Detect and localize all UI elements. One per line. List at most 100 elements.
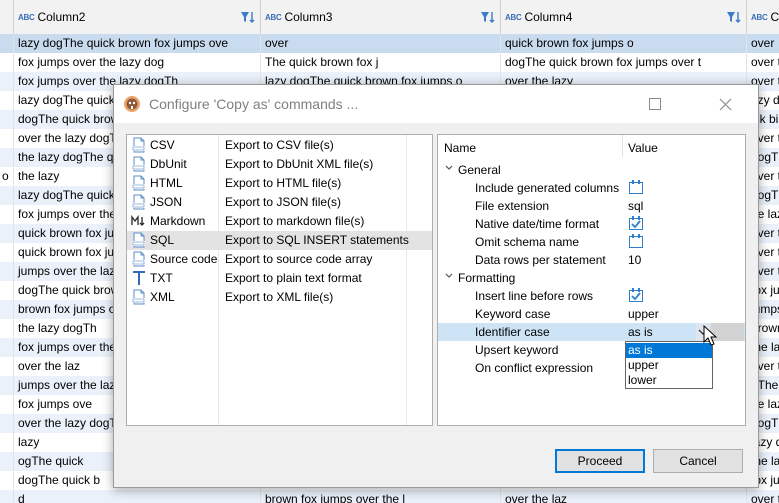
table-cell[interactable]: over bbox=[261, 34, 501, 53]
close-button[interactable] bbox=[705, 89, 745, 119]
dropdown-option-as-is[interactable]: as is bbox=[626, 343, 712, 358]
dropdown-option-lower[interactable]: lower bbox=[626, 373, 712, 388]
table-cell[interactable] bbox=[0, 338, 14, 357]
table-cell[interactable] bbox=[0, 471, 14, 490]
table-cell[interactable] bbox=[0, 53, 14, 72]
identifier-case-combo[interactable]: as is bbox=[628, 325, 653, 339]
column-header-label: Column4 bbox=[524, 10, 573, 24]
maximize-button[interactable] bbox=[635, 89, 675, 119]
table-cell[interactable] bbox=[0, 34, 14, 53]
table-cell[interactable] bbox=[0, 243, 14, 262]
checkbox-checked-icon[interactable] bbox=[628, 287, 644, 303]
table-cell[interactable] bbox=[0, 319, 14, 338]
table-cell[interactable] bbox=[0, 148, 14, 167]
table-cell[interactable] bbox=[0, 129, 14, 148]
format-item-html[interactable]: HTML Export to HTML file(s) bbox=[127, 174, 432, 193]
table-row[interactable]: fox jumps over the lazy dog The quick bro… bbox=[0, 53, 779, 72]
property-value[interactable]: sql bbox=[628, 199, 643, 213]
property-identifier-case[interactable]: Identifier case as is bbox=[438, 323, 745, 341]
filter-sort-icon[interactable] bbox=[240, 10, 256, 24]
string-type-icon: ABC bbox=[265, 12, 282, 22]
format-list[interactable]: CSV Export to CSV file(s) DbUnit Export to … bbox=[126, 134, 433, 426]
table-cell[interactable]: lazy dogThe quick brown fox jumps ove bbox=[14, 34, 261, 53]
table-cell[interactable] bbox=[0, 281, 14, 300]
checkbox-unchecked-icon[interactable] bbox=[628, 233, 644, 249]
format-item-xml[interactable]: XML Export to XML file(s) bbox=[127, 288, 432, 307]
table-cell[interactable] bbox=[0, 452, 14, 471]
format-item-json[interactable]: JSON Export to JSON file(s) bbox=[127, 193, 432, 212]
format-description: Export to DbUnit XML file(s) bbox=[225, 157, 374, 171]
table-cell[interactable] bbox=[0, 186, 14, 205]
format-item-sql[interactable]: SQL Export to SQL INSERT statements bbox=[127, 231, 432, 250]
table-cell[interactable]: The quick brown fox j bbox=[261, 53, 501, 72]
property-insert-line-before-rows[interactable]: Insert line before rows bbox=[438, 287, 745, 305]
table-cell[interactable]: over t bbox=[747, 490, 779, 503]
table-cell[interactable] bbox=[0, 433, 14, 452]
property-native-date-time-format[interactable]: Native date/time format bbox=[438, 215, 745, 233]
column-header-5[interactable]: ABC C bbox=[747, 0, 779, 34]
table-cell[interactable]: d bbox=[14, 490, 261, 503]
property-include-generated-columns[interactable]: Include generated columns bbox=[438, 179, 745, 197]
column-header-label: Column2 bbox=[37, 10, 86, 24]
chevron-down-icon[interactable] bbox=[444, 271, 454, 281]
table-cell[interactable] bbox=[0, 205, 14, 224]
cancel-button[interactable]: Cancel bbox=[653, 449, 743, 473]
format-item-source-code[interactable]: Source code Export to source code array bbox=[127, 250, 432, 269]
property-omit-schema-name[interactable]: Omit schema name bbox=[438, 233, 745, 251]
table-cell[interactable]: brown fox jumps over the l bbox=[261, 490, 501, 503]
table-cell[interactable] bbox=[0, 376, 14, 395]
table-cell[interactable]: over t bbox=[747, 53, 779, 72]
table-cell[interactable] bbox=[0, 395, 14, 414]
table-cell[interactable]: quick brown fox jumps o bbox=[501, 34, 747, 53]
format-item-dbunit[interactable]: DbUnit Export to DbUnit XML file(s) bbox=[127, 155, 432, 174]
chevron-down-icon[interactable] bbox=[444, 163, 454, 173]
column-header-3[interactable]: ABC Column3 bbox=[261, 0, 501, 34]
table-cell[interactable]: dogThe quick brown fox jumps over t bbox=[501, 53, 747, 72]
table-cell[interactable] bbox=[0, 262, 14, 281]
json-file-icon bbox=[132, 194, 145, 210]
format-item-txt[interactable]: TXT Export to plain text format bbox=[127, 269, 432, 288]
group-general[interactable]: General bbox=[438, 161, 745, 179]
property-value[interactable]: 10 bbox=[628, 253, 641, 267]
property-value[interactable]: upper bbox=[628, 307, 659, 321]
table-row[interactable]: lazy dogThe quick brown fox jumps ove ove… bbox=[0, 34, 779, 53]
property-name: Native date/time format bbox=[475, 217, 600, 231]
format-name: SQL bbox=[150, 233, 175, 247]
group-label: General bbox=[458, 163, 501, 177]
table-cell[interactable] bbox=[0, 300, 14, 319]
table-cell[interactable] bbox=[0, 224, 14, 243]
table-cell[interactable]: fox jumps over the lazy dog bbox=[14, 53, 261, 72]
column-header-4[interactable]: ABC Column4 bbox=[501, 0, 747, 34]
table-cell[interactable] bbox=[0, 357, 14, 376]
identifier-case-dropdown[interactable]: as is upper lower bbox=[625, 341, 713, 389]
table-cell[interactable]: over bbox=[747, 34, 779, 53]
format-description: Export to SQL INSERT statements bbox=[225, 233, 409, 247]
table-cell[interactable] bbox=[0, 414, 14, 433]
filter-sort-icon[interactable] bbox=[726, 10, 742, 24]
group-formatting[interactable]: Formatting bbox=[438, 269, 745, 287]
table-cell[interactable]: o bbox=[0, 167, 14, 186]
format-item-csv[interactable]: CSV Export to CSV file(s) bbox=[127, 136, 432, 155]
table-cell[interactable] bbox=[0, 91, 14, 110]
dropdown-option-upper[interactable]: upper bbox=[626, 358, 712, 373]
table-cell[interactable] bbox=[0, 72, 14, 91]
filter-sort-icon[interactable] bbox=[480, 10, 496, 24]
format-item-markdown[interactable]: Markdown Export to markdown file(s) bbox=[127, 212, 432, 231]
dialog-titlebar[interactable]: Configure 'Copy as' commands ... bbox=[114, 85, 758, 123]
table-row[interactable]: d brown fox jumps over the l over the laz o… bbox=[0, 490, 779, 503]
header-divider bbox=[622, 135, 623, 157]
close-icon bbox=[719, 98, 731, 110]
property-name: On conflict expression bbox=[475, 361, 594, 375]
column-header-2[interactable]: ABC Column2 bbox=[14, 0, 261, 34]
table-cell[interactable] bbox=[0, 490, 14, 503]
proceed-button[interactable]: Proceed bbox=[555, 449, 645, 473]
property-keyword-case[interactable]: Keyword case upper bbox=[438, 305, 745, 323]
checkbox-checked-icon[interactable] bbox=[628, 215, 644, 231]
table-cell[interactable] bbox=[0, 110, 14, 129]
checkbox-unchecked-icon[interactable] bbox=[628, 179, 644, 195]
property-file-extension[interactable]: File extension sql bbox=[438, 197, 745, 215]
table-cell[interactable]: over the laz bbox=[501, 490, 747, 503]
format-description: Export to HTML file(s) bbox=[225, 176, 342, 190]
property-data-rows-per-statement[interactable]: Data rows per statement 10 bbox=[438, 251, 745, 269]
format-name: HTML bbox=[150, 176, 183, 190]
